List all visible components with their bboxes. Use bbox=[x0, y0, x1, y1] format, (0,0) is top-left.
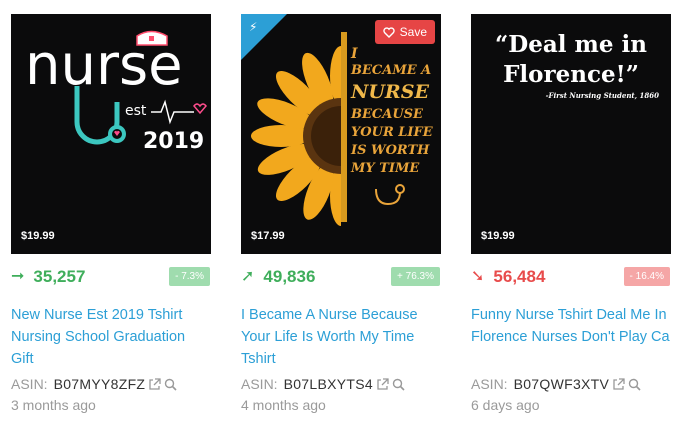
sales-rank: ➞ 35,257 bbox=[11, 267, 85, 287]
listing-age: 3 months ago bbox=[11, 397, 96, 413]
product-image[interactable]: I BECAME A NURSE BECAUSE YOUR LIFE IS WO… bbox=[241, 14, 441, 254]
trend-down-icon: ➘ bbox=[471, 268, 485, 285]
product-title-link[interactable]: New Nurse Est 2019 Tshirt Nursing School… bbox=[11, 304, 211, 370]
rank-stats: ➞ 35,257 - 7.3% bbox=[11, 266, 211, 294]
product-title-link[interactable]: Funny Nurse Tshirt Deal Me In Florence N… bbox=[471, 304, 671, 370]
trend-flat-icon: ➞ bbox=[11, 268, 25, 285]
rank-value: 49,836 bbox=[263, 267, 316, 286]
rank-stats: ➚ 49,836 + 76.3% bbox=[241, 266, 441, 294]
lightning-icon: ⚡ bbox=[249, 20, 258, 34]
product-title-link[interactable]: I Became A Nurse Because Your Life Is Wo… bbox=[241, 304, 441, 370]
search-icon[interactable] bbox=[164, 378, 177, 391]
nurse-2019-artwork: nurse est 2019 bbox=[25, 30, 207, 154]
rank-value: 35,257 bbox=[33, 267, 86, 286]
product-card: I BECAME A NURSE BECAUSE YOUR LIFE IS WO… bbox=[241, 14, 441, 419]
rank-change-badge: - 16.4% bbox=[623, 267, 670, 286]
price-label: $19.99 bbox=[21, 230, 55, 242]
save-label: Save bbox=[399, 25, 427, 39]
art-line: BECAME A bbox=[350, 63, 431, 78]
search-icon[interactable] bbox=[628, 378, 641, 391]
search-icon[interactable] bbox=[392, 378, 405, 391]
external-link-icon[interactable] bbox=[376, 377, 389, 391]
deal-me-in-florence-artwork: “Deal me in Florence!” -First Nursing St… bbox=[495, 31, 660, 100]
product-image[interactable]: nurse est 2019 $19.99 bbox=[11, 14, 211, 254]
art-attribution: -First Nursing Student, 1860 bbox=[546, 91, 660, 100]
art-line: NURSE bbox=[350, 81, 429, 103]
rank-stats: ➘ 56,484 - 16.4% bbox=[471, 266, 671, 294]
sales-rank: ➘ 56,484 bbox=[471, 267, 545, 287]
art-est: est bbox=[125, 103, 147, 119]
listing-age: 4 months ago bbox=[241, 397, 326, 413]
prime-badge bbox=[241, 14, 287, 60]
sales-rank: ➚ 49,836 bbox=[241, 267, 315, 287]
art-line: IS WORTH bbox=[350, 143, 430, 158]
art-quote: “Deal me in bbox=[495, 31, 647, 58]
product-image[interactable]: “Deal me in Florence!” -First Nursing St… bbox=[471, 14, 671, 254]
asin-label: ASIN: bbox=[241, 376, 278, 392]
heart-icon bbox=[382, 26, 395, 38]
external-link-icon[interactable] bbox=[612, 377, 625, 391]
external-link-icon[interactable] bbox=[148, 377, 161, 391]
listing-age: 6 days ago bbox=[471, 397, 540, 413]
asin-row: ASIN: B07MYY8ZFZ bbox=[11, 373, 211, 395]
art-line: BECAUSE bbox=[350, 107, 424, 122]
asin-value: B07LBXYTS4 bbox=[283, 376, 373, 392]
asin-row: ASIN: B07QWF3XTV bbox=[471, 373, 671, 395]
asin-label: ASIN: bbox=[471, 376, 508, 392]
art-year: 2019 bbox=[143, 129, 204, 154]
rank-change-badge: - 7.3% bbox=[169, 267, 210, 286]
product-card: nurse est 2019 $19.99 ➞ 35,257 - 7.3% Ne… bbox=[11, 14, 211, 419]
price-label: $17.99 bbox=[251, 230, 285, 242]
save-button[interactable]: Save bbox=[374, 20, 435, 44]
art-quote: Florence!” bbox=[503, 61, 639, 88]
rank-value: 56,484 bbox=[493, 267, 546, 286]
art-line: I bbox=[350, 46, 358, 62]
asin-row: ASIN: B07LBXYTS4 bbox=[241, 373, 441, 395]
price-label: $19.99 bbox=[481, 230, 515, 242]
art-line: YOUR LIFE bbox=[351, 125, 434, 140]
asin-label: ASIN: bbox=[11, 376, 48, 392]
product-card: “Deal me in Florence!” -First Nursing St… bbox=[471, 14, 671, 419]
asin-value: B07QWF3XTV bbox=[513, 376, 610, 392]
trend-up-icon: ➚ bbox=[241, 268, 255, 285]
rank-change-badge: + 76.3% bbox=[391, 267, 440, 286]
asin-value: B07MYY8ZFZ bbox=[53, 376, 146, 392]
art-line: MY TIME bbox=[350, 161, 420, 176]
